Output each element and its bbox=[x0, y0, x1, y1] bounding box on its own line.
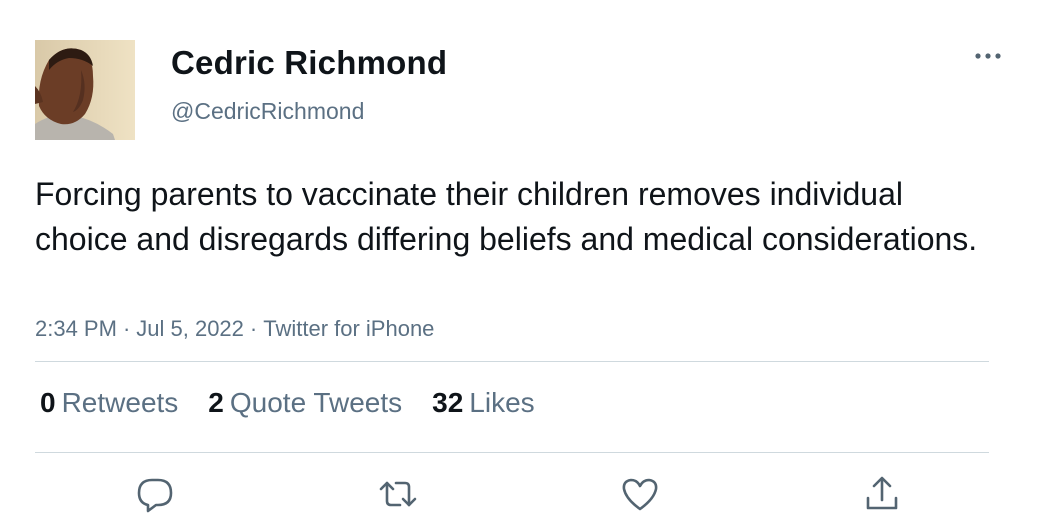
quote-tweets-count: 2 bbox=[208, 387, 224, 418]
more-dots-icon[interactable] bbox=[970, 42, 1006, 70]
tweet-date[interactable]: Jul 5, 2022 bbox=[136, 316, 244, 341]
reply-icon[interactable] bbox=[135, 474, 175, 514]
heart-icon[interactable] bbox=[620, 474, 660, 514]
meta-separator: · bbox=[122, 316, 131, 341]
tweet-detail: Cedric Richmond @CedricRichmond Forcing … bbox=[0, 0, 1050, 525]
retweet-icon[interactable] bbox=[378, 474, 418, 514]
engagement-stats: 0 Retweets 2 Quote Tweets 32 Likes bbox=[40, 387, 565, 419]
tweet-time[interactable]: 2:34 PM bbox=[35, 316, 117, 341]
retweets-label: Retweets bbox=[61, 387, 179, 418]
retweets-count: 0 bbox=[40, 387, 56, 418]
author-handle[interactable]: @CedricRichmond bbox=[171, 98, 364, 125]
tweet-text: Forcing parents to vaccinate their child… bbox=[35, 176, 978, 257]
retweets-stat[interactable]: 0 Retweets bbox=[40, 387, 178, 419]
avatar[interactable] bbox=[35, 40, 135, 140]
divider bbox=[35, 452, 989, 453]
quote-tweets-label: Quote Tweets bbox=[229, 387, 403, 418]
meta-separator: · bbox=[249, 316, 258, 341]
avatar-photo bbox=[35, 40, 135, 140]
tweet-source[interactable]: Twitter for iPhone bbox=[263, 316, 434, 341]
likes-stat[interactable]: 32 Likes bbox=[432, 387, 535, 419]
divider bbox=[35, 361, 989, 362]
likes-label: Likes bbox=[469, 387, 535, 418]
quote-tweets-stat[interactable]: 2 Quote Tweets bbox=[208, 387, 402, 419]
tweet-metadata: 2:34 PM · Jul 5, 2022 · Twitter for iPhone bbox=[35, 316, 434, 342]
share-icon[interactable] bbox=[862, 474, 902, 514]
likes-count: 32 bbox=[432, 387, 464, 418]
author-name[interactable]: Cedric Richmond bbox=[171, 44, 447, 82]
